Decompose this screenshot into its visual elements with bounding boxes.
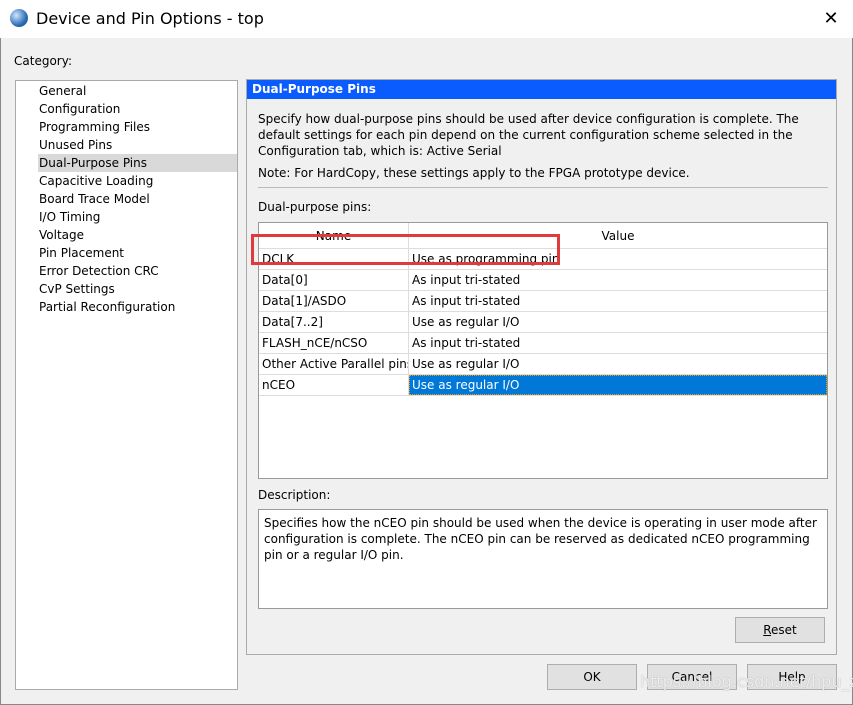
pin-name: nCEO xyxy=(259,375,409,395)
intro-text: Specify how dual-purpose pins should be … xyxy=(258,112,799,158)
table-row[interactable]: Data[1]/ASDO As input tri-stated xyxy=(259,291,827,312)
table-row[interactable]: Other Active Parallel pins Use as regular… xyxy=(259,354,827,375)
category-item[interactable]: Partial Reconfiguration xyxy=(38,298,237,316)
pin-value[interactable]: Use as regular I/O xyxy=(409,354,827,374)
category-item[interactable]: Pin Placement xyxy=(38,244,237,262)
ok-button[interactable]: OK xyxy=(547,664,637,690)
pin-value[interactable]: Use as regular I/O xyxy=(409,312,827,332)
category-item[interactable]: Programming Files xyxy=(38,118,237,136)
category-label: Category: xyxy=(14,54,72,68)
category-item[interactable]: Dual-Purpose Pins xyxy=(38,154,237,172)
category-item[interactable]: Unused Pins xyxy=(38,136,237,154)
table-row[interactable]: Data[0] As input tri-stated xyxy=(259,270,827,291)
category-item[interactable]: Error Detection CRC xyxy=(38,262,237,280)
pin-value[interactable]: Use as regular I/O xyxy=(409,375,827,395)
pins-label: Dual-purpose pins: xyxy=(258,200,372,214)
category-list[interactable]: General Configuration Programming Files Unu… xyxy=(15,80,238,690)
note-text: Note: For HardCopy, these settings apply… xyxy=(258,166,690,180)
category-item[interactable]: Configuration xyxy=(38,100,237,118)
category-item[interactable]: CvP Settings xyxy=(38,280,237,298)
reset-button[interactable]: Reset xyxy=(735,617,825,643)
pin-name: Data[0] xyxy=(259,270,409,290)
panel-header: Dual-Purpose Pins xyxy=(247,80,836,99)
category-item[interactable]: I/O Timing xyxy=(38,208,237,226)
close-icon[interactable]: ✕ xyxy=(820,8,842,29)
pin-value[interactable]: As input tri-stated xyxy=(409,333,827,353)
highlight-annotation xyxy=(251,234,560,265)
pin-name: Data[7..2] xyxy=(259,312,409,332)
divider xyxy=(258,187,828,188)
pin-name: Other Active Parallel pins xyxy=(259,354,409,374)
pin-value[interactable]: As input tri-stated xyxy=(409,291,827,311)
watermark: https://blog.csdn.net/hpu_zhn xyxy=(640,672,853,691)
table-row[interactable]: FLASH_nCE/nCSO As input tri-stated xyxy=(259,333,827,354)
app-icon xyxy=(10,9,28,27)
title-bar: Device and Pin Options - top ✕ xyxy=(0,0,853,38)
dual-purpose-pins-panel: Dual-Purpose Pins Specify how dual-purpo… xyxy=(246,79,837,655)
table-row[interactable]: nCEO Use as regular I/O xyxy=(259,375,827,396)
pin-name: Data[1]/ASDO xyxy=(259,291,409,311)
table-row[interactable]: Data[7..2] Use as regular I/O xyxy=(259,312,827,333)
category-item[interactable]: Capacitive Loading xyxy=(38,172,237,190)
window-title: Device and Pin Options - top xyxy=(36,9,264,28)
description-box: Specifies how the nCEO pin should be use… xyxy=(258,509,828,609)
category-item[interactable]: General xyxy=(38,82,237,100)
pin-value[interactable]: As input tri-stated xyxy=(409,270,827,290)
category-item[interactable]: Voltage xyxy=(38,226,237,244)
description-label: Description: xyxy=(258,488,331,502)
category-item[interactable]: Board Trace Model xyxy=(38,190,237,208)
pin-name: FLASH_nCE/nCSO xyxy=(259,333,409,353)
reset-label: Reset xyxy=(763,623,797,637)
